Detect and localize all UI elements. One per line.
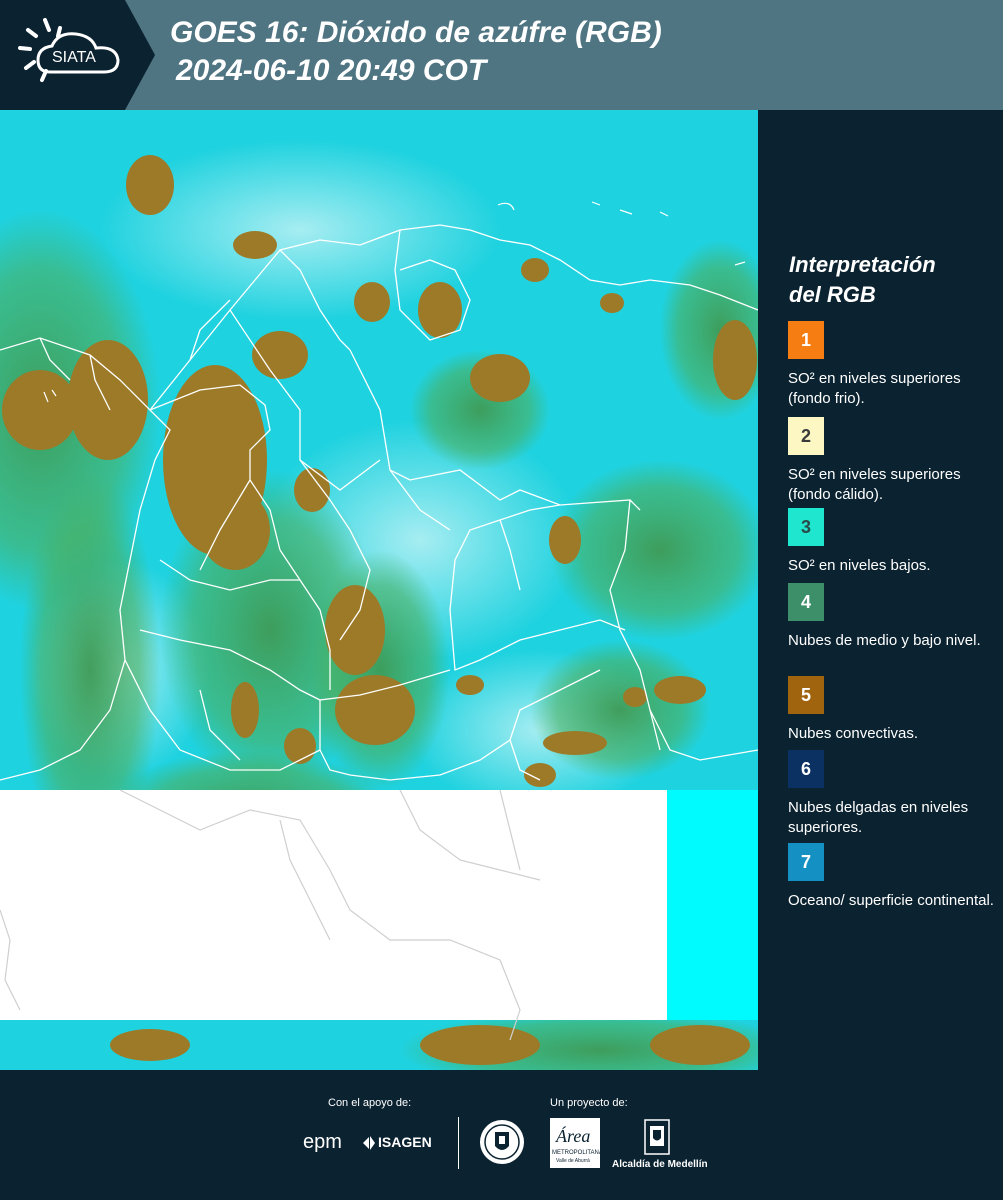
legend-label-6: Nubes delgadas en niveles superiores. [788,799,969,836]
footer-divider [458,1117,459,1169]
legend-item-4: 4 Nubes de medio y bajo nivel. [788,583,998,651]
epm-logo: epm [303,1131,342,1153]
no-data-area [0,790,667,1020]
legend-label-7: Oceano/ superficie continental. [788,892,994,909]
isagen-text: ISAGEN [378,1134,432,1150]
legend-item-3: 3 SO² en niveles bajos. [788,508,998,576]
legend-label-1: SO² en niveles superiores (fondo frio). [788,370,961,407]
isagen-logo: ISAGEN [360,1132,440,1154]
legend-item-6: 6 Nubes delgadas en niveles superiores. [788,750,998,838]
legend-label-2: SO² en niveles superiores (fondo cálido)… [788,466,961,503]
legend-label-4: Nubes de medio y bajo nivel. [788,632,981,649]
legend-swatch-6: 6 [788,750,824,788]
medellin-seal [478,1118,526,1166]
legend-item-1: 1 SO² en niveles superiores (fondo frio)… [788,321,998,409]
legend-label-5: Nubes convectivas. [788,725,919,742]
satellite-map [0,110,758,1070]
legend-panel: Interpretación del RGB 1 SO² en niveles … [763,110,1003,1070]
project-label: Un proyecto de: [550,1097,628,1109]
legend-swatch-3: 3 [788,508,824,546]
no-data-cyan-area [667,790,758,1020]
area-logo-text: Área [556,1126,591,1146]
title-line-2: 2024-06-10 20:49 COT [176,54,487,87]
legend-title: Interpretación del RGB [789,250,936,310]
legend-swatch-1: 1 [788,321,824,359]
title-line-1: GOES 16: Dióxido de azúfre (RGB) [170,16,662,49]
legend-item-7: 7 Oceano/ superficie continental. [788,843,998,911]
area-logo-sub: METROPOLITANA [552,1150,603,1156]
header-bar: SIATA GOES 16: Dióxido de azúfre (RGB) 2… [0,0,1003,110]
siata-logo: SIATA [0,0,155,110]
page-title: GOES 16: Dióxido de azúfre (RGB) 2024-06… [170,14,662,90]
legend-item-2: 2 SO² en niveles superiores (fondo cálid… [788,417,998,507]
legend-item-5: 5 Nubes convectivas. [788,676,998,744]
support-label: Con el apoyo de: [328,1097,412,1109]
area-metropolitana-logo: Área METROPOLITANA Valle de Aburrá [550,1118,603,1168]
logo-text: SIATA [52,49,96,66]
area-logo-sub2: Valle de Aburrá [556,1158,590,1164]
legend-title-line-2: del RGB [789,282,876,307]
alcaldia-label: Alcaldía de Medellín [612,1159,708,1170]
legend-swatch-5: 5 [788,676,824,714]
legend-swatch-7: 7 [788,843,824,881]
legend-label-3: SO² en niveles bajos. [788,557,931,574]
legend-title-line-1: Interpretación [789,252,936,277]
legend-swatch-2: 2 [788,417,824,455]
legend-swatch-4: 4 [788,583,824,621]
alcaldia-crest [643,1118,671,1156]
